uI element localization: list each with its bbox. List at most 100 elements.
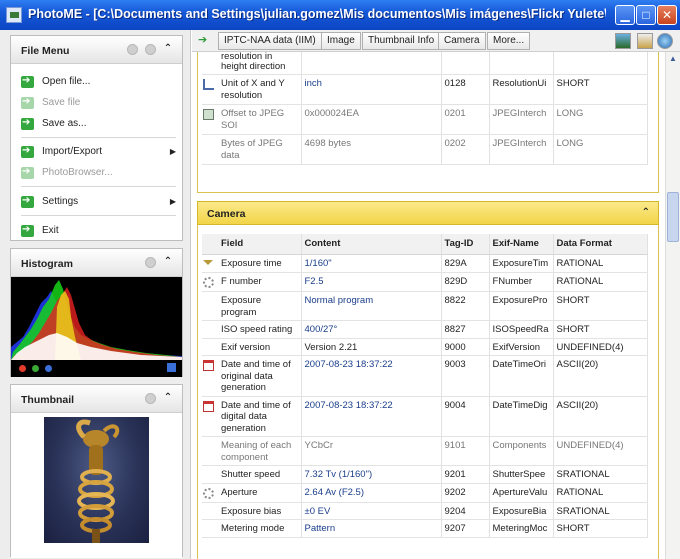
histogram-expand-icon[interactable] <box>167 363 176 372</box>
camera-table: Field Content Tag-ID Exif-Name Data Form… <box>202 234 648 538</box>
table-row[interactable]: Exposure program Normal program 8822 Exp… <box>202 291 648 321</box>
table-row[interactable]: Metering mode Pattern 9207 MeteringMoc S… <box>202 519 648 538</box>
blue-channel-toggle[interactable] <box>45 365 52 372</box>
name-cell: DateTimeOri <box>489 355 554 397</box>
table-row[interactable]: ISO speed rating 400/27° 8827 ISOSpeedRa… <box>202 320 648 339</box>
menu-import-export[interactable]: Import/Export ▶ <box>21 144 176 160</box>
table-row[interactable]: Exposure bias ±0 EV 9204 ExposureBia SRA… <box>202 502 648 520</box>
tab-thumbnail-info[interactable]: Thumbnail Info <box>362 32 441 50</box>
menu-exit[interactable]: Exit <box>21 223 176 239</box>
panel-options-icon[interactable] <box>127 44 138 55</box>
camera-section-header[interactable]: Camera ⌃ <box>197 201 659 225</box>
content-cell: 4698 bytes <box>301 134 442 165</box>
menu-label: Import/Export <box>42 146 103 157</box>
column-header-data-format[interactable]: Data Format <box>553 234 648 255</box>
table-row[interactable]: F number F2.5 829D FNumber RATIONAL <box>202 272 648 292</box>
format-cell: LONG <box>553 134 648 165</box>
content-cell[interactable]: 2007-08-23 18:37:22 <box>301 355 442 397</box>
thumbnail-image[interactable] <box>44 417 149 543</box>
row-icon-cell <box>202 291 218 321</box>
go-arrow-icon[interactable]: ➔ <box>198 35 210 46</box>
table-row[interactable]: Aperture 2.64 Av (F2.5) 9202 ApertureVal… <box>202 483 648 503</box>
table-row[interactable]: Exif version Version 2.21 9000 ExifVersi… <box>202 338 648 356</box>
content-cell: 0x000024EA <box>301 104 442 135</box>
content-cell: YCbCr <box>301 436 442 466</box>
green-channel-toggle[interactable] <box>32 365 39 372</box>
format-cell: SHORT <box>553 519 648 538</box>
histogram-header[interactable]: Histogram ⌃ <box>11 249 182 277</box>
tag-cell: 9207 <box>441 519 490 538</box>
content-cell[interactable]: 2007-08-23 18:37:22 <box>301 396 442 437</box>
tab-image[interactable]: Image <box>321 32 361 50</box>
vertical-scrollbar[interactable]: ▲ <box>665 52 680 559</box>
red-channel-toggle[interactable] <box>19 365 26 372</box>
menu-divider <box>21 137 176 138</box>
field-cell: Shutter speed <box>218 465 302 484</box>
collapse-icon[interactable]: ⌃ <box>162 256 174 268</box>
column-header-tag-id[interactable]: Tag-ID <box>441 234 490 255</box>
tab-more[interactable]: More... <box>487 32 531 50</box>
tag-cell: 8822 <box>441 291 490 321</box>
menu-photobrowser[interactable]: PhotoBrowser... <box>21 165 176 181</box>
tag-cell: 0201 <box>441 104 490 135</box>
file-menu-header[interactable]: File Menu ⌃ <box>11 36 182 64</box>
content-cell[interactable]: 7.32 Tv (1/160") <box>301 465 442 484</box>
name-cell: JPEGInterch <box>489 134 554 165</box>
column-header-field[interactable]: Field <box>218 234 302 255</box>
menu-settings[interactable]: Settings ▶ <box>21 194 176 210</box>
menu-save-as[interactable]: Save as... <box>21 116 176 132</box>
name-cell: FNumber <box>489 272 554 292</box>
content-cell[interactable]: F2.5 <box>301 272 442 292</box>
format-cell: RATIONAL <box>553 254 648 273</box>
content-cell[interactable]: 400/27° <box>301 320 442 339</box>
content-cell[interactable]: 1/160" <box>301 254 442 273</box>
name-cell: ExposureBia <box>489 502 554 520</box>
tab-camera[interactable]: Camera <box>438 32 486 50</box>
table-row[interactable]: Bytes of JPEG data 4698 bytes 0202 JPEGI… <box>202 134 648 165</box>
panel-help-icon[interactable] <box>145 257 156 268</box>
globe-icon[interactable] <box>657 33 673 49</box>
table-row[interactable]: Date and time of digital data generation… <box>202 396 648 437</box>
content-cell[interactable]: ±0 EV <box>301 502 442 520</box>
table-row[interactable]: Unit of X and Y resolution inch 0128 Res… <box>202 74 648 105</box>
format-cell: UNDEFINED(4) <box>553 338 648 356</box>
row-icon-cell <box>202 272 218 292</box>
tag-cell: 9000 <box>441 338 490 356</box>
table-row[interactable]: resolution in height direction <box>202 52 648 75</box>
format-cell: UNDEFINED(4) <box>553 436 648 466</box>
menu-label: Save as... <box>42 118 87 129</box>
arrow-right-icon <box>21 145 34 158</box>
thumbnail-header[interactable]: Thumbnail ⌃ <box>11 385 182 413</box>
menu-save-file[interactable]: Save file <box>21 95 176 111</box>
name-cell: ExposureTim <box>489 254 554 273</box>
scroll-up-icon[interactable]: ▲ <box>669 54 677 63</box>
table-row[interactable]: Date and time of original data generatio… <box>202 355 648 397</box>
panel-help-icon[interactable] <box>145 44 156 55</box>
toolbar: ➔ IPTC-NAA data (IIM) Image Thumbnail In… <box>192 30 680 52</box>
row-icon-cell <box>202 502 218 520</box>
collapse-icon[interactable]: ⌃ <box>162 392 174 404</box>
table-row[interactable]: Meaning of each component YCbCr 9101 Com… <box>202 436 648 466</box>
close-button[interactable]: ✕ <box>657 5 677 25</box>
table-row[interactable]: Shutter speed 7.32 Tv (1/160") 9201 Shut… <box>202 465 648 484</box>
tab-iptc[interactable]: IPTC-NAA data (IIM) <box>218 32 322 50</box>
menu-open-file[interactable]: Open file... <box>21 74 176 90</box>
minimize-button[interactable]: ▁ <box>615 5 635 25</box>
panel-help-icon[interactable] <box>145 393 156 404</box>
content-cell[interactable]: Pattern <box>301 519 442 538</box>
column-header-exif-name[interactable]: Exif-Name <box>489 234 554 255</box>
collapse-icon[interactable]: ⌃ <box>642 207 650 218</box>
content-cell[interactable]: 2.64 Av (F2.5) <box>301 483 442 503</box>
field-cell: Aperture <box>218 483 302 503</box>
info-icon[interactable] <box>637 33 653 49</box>
maximize-button[interactable]: □ <box>636 5 656 25</box>
histogram-graph <box>11 277 182 360</box>
column-header-content[interactable]: Content <box>301 234 442 255</box>
scrollbar-thumb[interactable] <box>667 192 679 242</box>
content-cell[interactable]: Normal program <box>301 291 442 321</box>
table-row[interactable]: Exposure time 1/160" 829A ExposureTim RA… <box>202 254 648 273</box>
content-cell[interactable]: inch <box>301 74 442 105</box>
picture-icon[interactable] <box>615 33 631 49</box>
table-row[interactable]: Offset to JPEG SOI 0x000024EA 0201 JPEGI… <box>202 104 648 135</box>
collapse-icon[interactable]: ⌃ <box>162 43 174 55</box>
